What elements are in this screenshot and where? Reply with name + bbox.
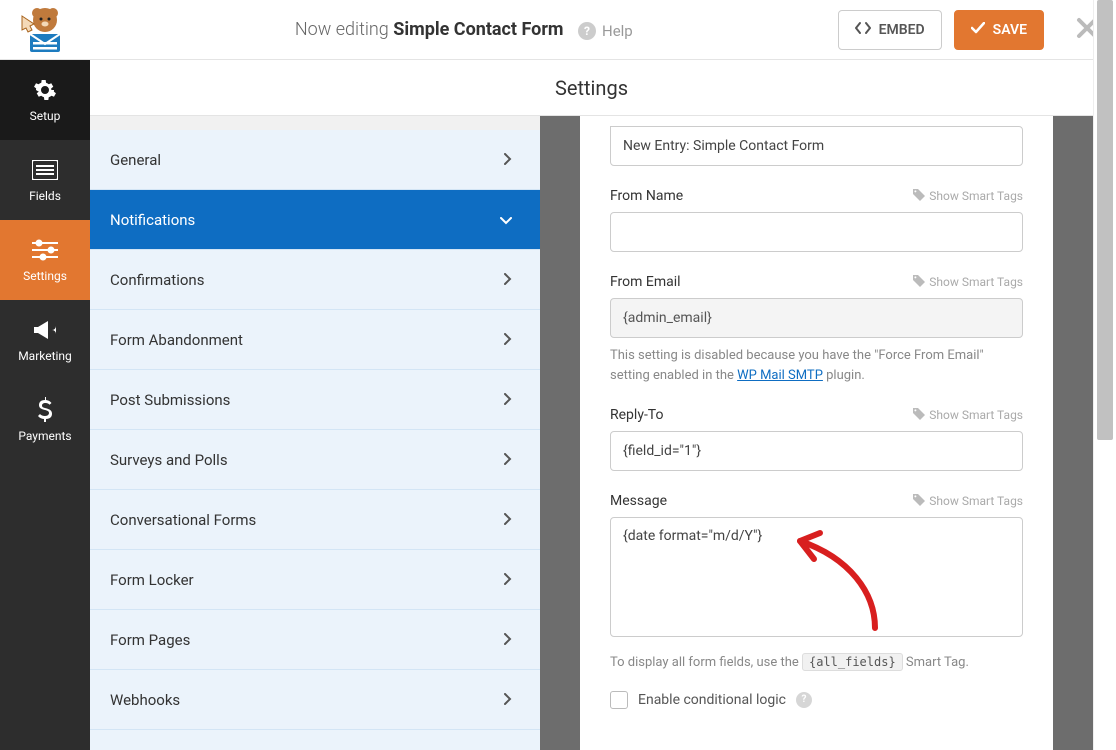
- check-icon: [971, 22, 985, 38]
- from-name-label: From Name: [610, 188, 683, 204]
- submenu-form-locker[interactable]: Form Locker: [90, 550, 540, 610]
- submenu-conversational-forms[interactable]: Conversational Forms: [90, 490, 540, 550]
- app-logo: [0, 0, 90, 60]
- field-message: Message Show Smart Tags To display all f…: [610, 493, 1023, 709]
- from-name-input[interactable]: [610, 212, 1023, 252]
- code-icon: [855, 21, 871, 39]
- from-email-note: This setting is disabled because you hav…: [610, 346, 1023, 385]
- message-textarea[interactable]: [610, 517, 1023, 637]
- tag-icon: [913, 494, 925, 509]
- conditional-logic-label: Enable conditional logic: [638, 692, 786, 708]
- chevron-right-icon: [504, 451, 512, 469]
- content-scroll-area[interactable]: From Name Show Smart Tags From Email Sho…: [540, 116, 1093, 750]
- submenu-form-pages[interactable]: Form Pages: [90, 610, 540, 670]
- embed-button[interactable]: EMBED: [838, 10, 942, 50]
- field-subject: [610, 126, 1023, 166]
- field-from-name: From Name Show Smart Tags: [610, 188, 1023, 252]
- smart-tags-toggle[interactable]: Show Smart Tags: [913, 275, 1023, 290]
- chevron-down-icon: [500, 211, 512, 229]
- submenu-form-abandonment[interactable]: Form Abandonment: [90, 310, 540, 370]
- help-link[interactable]: ? Help: [578, 22, 633, 40]
- submenu-post-submissions[interactable]: Post Submissions: [90, 370, 540, 430]
- wp-mail-smtp-link[interactable]: WP Mail SMTP: [737, 368, 823, 383]
- chevron-right-icon: [504, 271, 512, 289]
- from-email-label: From Email: [610, 274, 681, 290]
- message-label: Message: [610, 493, 667, 509]
- help-icon: ?: [578, 22, 596, 40]
- chevron-right-icon: [504, 331, 512, 349]
- reply-to-label: Reply-To: [610, 407, 663, 423]
- smart-tags-toggle[interactable]: Show Smart Tags: [913, 408, 1023, 423]
- tag-icon: [913, 189, 925, 204]
- nav-fields[interactable]: Fields: [0, 140, 90, 220]
- from-email-input: [610, 298, 1023, 338]
- nav-marketing[interactable]: Marketing: [0, 300, 90, 380]
- page-title: Now editing Simple Contact Form ? Help: [90, 19, 838, 40]
- field-reply-to: Reply-To Show Smart Tags: [610, 407, 1023, 471]
- help-icon[interactable]: ?: [796, 692, 812, 708]
- nav-settings[interactable]: Settings: [0, 220, 90, 300]
- notification-settings-panel: From Name Show Smart Tags From Email Sho…: [580, 116, 1053, 750]
- sliders-icon: [32, 237, 58, 263]
- chevron-right-icon: [504, 151, 512, 169]
- nav-payments[interactable]: Payments: [0, 380, 90, 460]
- tag-icon: [913, 408, 925, 423]
- topbar: Now editing Simple Contact Form ? Help E…: [0, 0, 1116, 60]
- tag-icon: [913, 275, 925, 290]
- chevron-right-icon: [504, 511, 512, 529]
- submenu-webhooks[interactable]: Webhooks: [90, 670, 540, 730]
- gear-icon: [32, 77, 58, 103]
- chevron-right-icon: [504, 691, 512, 709]
- bullhorn-icon: [32, 317, 58, 343]
- field-from-email: From Email Show Smart Tags This setting …: [610, 274, 1023, 385]
- reply-to-input[interactable]: [610, 431, 1023, 471]
- settings-submenu: General Notifications Confirmations Form…: [90, 130, 540, 750]
- message-helper: To display all form fields, use the {all…: [610, 653, 1023, 673]
- all-fields-tag: {all_fields}: [802, 653, 903, 671]
- chevron-right-icon: [504, 631, 512, 649]
- smart-tags-toggle[interactable]: Show Smart Tags: [913, 494, 1023, 509]
- submenu-general[interactable]: General: [90, 130, 540, 190]
- editing-prefix: Now editing: [295, 19, 389, 40]
- dollar-icon: [32, 397, 58, 423]
- page-scrollbar[interactable]: [1093, 0, 1116, 750]
- chevron-right-icon: [504, 571, 512, 589]
- smart-tags-toggle[interactable]: Show Smart Tags: [913, 189, 1023, 204]
- subject-input[interactable]: [610, 126, 1023, 166]
- submenu-surveys-polls[interactable]: Surveys and Polls: [90, 430, 540, 490]
- submenu-confirmations[interactable]: Confirmations: [90, 250, 540, 310]
- panel-title: Settings: [90, 60, 1093, 116]
- list-icon: [32, 157, 58, 183]
- form-name: Simple Contact Form: [393, 19, 563, 40]
- save-button[interactable]: SAVE: [954, 10, 1044, 50]
- nav-setup[interactable]: Setup: [0, 60, 90, 140]
- conditional-logic-row: Enable conditional logic ?: [610, 691, 1023, 709]
- chevron-right-icon: [504, 391, 512, 409]
- left-nav: Setup Fields Settings Marketing Payments: [0, 60, 90, 750]
- conditional-logic-checkbox[interactable]: [610, 691, 628, 709]
- submenu-notifications[interactable]: Notifications: [90, 190, 540, 250]
